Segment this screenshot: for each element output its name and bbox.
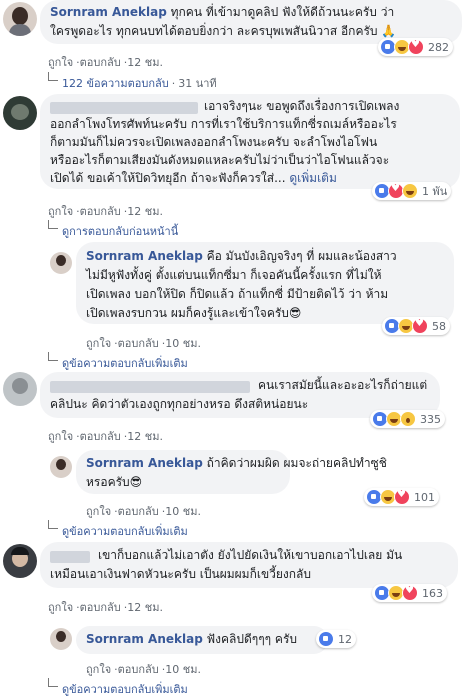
comment-text-line2: ใครพูดอะไร ทุกคนบทได้ตอบยิ่งกว่า ละครบุพ…: [50, 24, 397, 38]
reply-link[interactable]: ตอบกลับ: [118, 663, 159, 676]
love-reaction-icon: [408, 39, 424, 55]
reply-link[interactable]: ตอบกลับ: [118, 505, 159, 518]
avatar[interactable]: [50, 628, 72, 650]
reply-link[interactable]: ตอบกลับ: [80, 430, 121, 443]
timestamp: 12 ชม.: [127, 430, 163, 443]
reply-author[interactable]: Sornram Aneklap: [86, 456, 203, 470]
like-link[interactable]: ถูกใจ: [48, 430, 73, 443]
avatar[interactable]: [3, 372, 37, 406]
avatar[interactable]: [50, 252, 72, 274]
comment-actions: ถูกใจ ·ตอบกลับ ·12 ชม.: [48, 205, 163, 218]
reactions-count[interactable]: 101: [364, 488, 439, 506]
avatar[interactable]: [3, 96, 37, 130]
like-link[interactable]: ถูกใจ: [48, 56, 73, 69]
timestamp: 10 ชม.: [165, 337, 201, 350]
comment-text-line5: เปิดได้ ขอเค้าให้ปิดวิทยุอีก ถ้าจะฟังก็ค…: [50, 171, 337, 185]
reply-arrow-icon: [48, 72, 58, 81]
comment-text-line3: ก็ตามมันก็ไม่ควรจะเปิดเพลงออกลำโพงนะครับ…: [50, 135, 378, 149]
view-more-replies-link[interactable]: ดูข้อความตอบกลับเพิ่มเติม: [62, 354, 188, 372]
reply-link[interactable]: ตอบกลับ: [80, 205, 121, 218]
reply-arrow-icon: [48, 220, 58, 229]
reactions-count[interactable]: 58: [382, 317, 450, 335]
reply-text-line4: เปิดเพลงรบกวน ผมก็คงรู้และเข้าใจครับ😎: [86, 306, 302, 320]
comment-text: เอาจริงๆนะ ขอพูดถึงเรื่องการเปิดเพลง: [204, 99, 400, 113]
reply-arrow-icon: [48, 352, 58, 361]
comment-text: คนเราสมัยนี้และอะอะไรก็ถ่ายแต่: [258, 378, 428, 392]
comment-text: Sornram Aneklap ทุกคน ที่เข้ามาดูคลิป ฟั…: [50, 5, 395, 19]
reply-actions: ถูกใจ ·ตอบกลับ ·10 ชม.: [86, 505, 201, 518]
reply-text: Sornram Aneklap ฟังคลิปดีๆๆๆ ครับ: [86, 632, 298, 646]
comment-text: เขาก็บอกแล้วไม่เอาตัง ยังไปยัดเงินให้เขา…: [98, 548, 403, 562]
blurred-author-name: [50, 102, 198, 114]
comment-actions: ถูกใจ ·ตอบกลับ ·12 ชม.: [48, 430, 163, 443]
avatar[interactable]: [3, 2, 37, 36]
reply-arrow-icon: [48, 678, 58, 687]
reply-link[interactable]: ตอบกลับ: [80, 601, 121, 614]
reply-text: Sornram Aneklap ถ้าคิดว่าผมผิด ผมจะถ่ายค…: [86, 456, 387, 470]
reply-link[interactable]: ตอบกลับ: [80, 56, 121, 69]
timestamp: 12 ชม.: [127, 601, 163, 614]
reply-actions: ถูกใจ ·ตอบกลับ ·10 ชม.: [86, 663, 201, 676]
view-more-replies-link[interactable]: ดูข้อความตอบกลับเพิ่มเติม: [62, 522, 188, 540]
reply-arrow-icon: [48, 520, 58, 529]
like-link[interactable]: ถูกใจ: [86, 337, 111, 350]
reply-text-line2: หรอครับ😎: [86, 475, 143, 489]
comment-author[interactable]: Sornram Aneklap: [50, 5, 167, 19]
timestamp: 10 ชม.: [165, 663, 201, 676]
timestamp: 10 ชม.: [165, 505, 201, 518]
wow-reaction-icon: [400, 411, 416, 427]
comment-actions: ถูกใจ ·ตอบกลับ ·12 ชม.: [48, 601, 163, 614]
timestamp: 12 ชม.: [127, 205, 163, 218]
comment-text-line2: เหมือนเอาเงินฟาดหัวนะครับ เป็นผมผมก็เขวี…: [50, 567, 312, 581]
reply-actions: ถูกใจ ·ตอบกลับ ·10 ชม.: [86, 337, 201, 350]
haha-reaction-icon: [402, 183, 418, 199]
like-link[interactable]: ถูกใจ: [86, 505, 111, 518]
avatar[interactable]: [3, 544, 37, 578]
reply-text: Sornram Aneklap คือ มันบังเอิญจริงๆ ที่ …: [86, 249, 397, 263]
view-more-replies-link[interactable]: ดูข้อความตอบกลับเพิ่มเติม: [62, 680, 188, 698]
reactions-count[interactable]: 335: [370, 410, 445, 428]
blurred-author-name: [50, 551, 90, 563]
reply-link[interactable]: ตอบกลับ: [118, 337, 159, 350]
like-reaction-icon: [318, 631, 334, 647]
blurred-author-name: [50, 381, 250, 393]
comment-text-line2: คลิปนะ คิดว่าตัวเองถูกทุกอย่างหรอ ดึงสติ…: [50, 397, 309, 411]
love-reaction-icon: [412, 318, 428, 334]
comment-actions: ถูกใจ ·ตอบกลับ ·12 ชม.: [48, 56, 163, 69]
love-reaction-icon: [402, 585, 418, 601]
reply-text-line3: เปิดเพลง บอกให้ปิด ก็ปิดแล้ว ถ้าแท็กซี่ …: [86, 287, 389, 301]
like-link[interactable]: ถูกใจ: [48, 205, 73, 218]
like-link[interactable]: ถูกใจ: [48, 601, 73, 614]
comment-text-line4: หรืออะไรก็ตามเสียงมันดังหมดแหละครับไม่ว่…: [50, 153, 390, 167]
view-replies-link[interactable]: 122 ข้อความตอบกลับ · 31 นาที: [62, 74, 217, 92]
reactions-count[interactable]: 1 พัน: [372, 182, 452, 200]
reply-author[interactable]: Sornram Aneklap: [86, 249, 203, 263]
reply-author[interactable]: Sornram Aneklap: [86, 632, 203, 646]
love-reaction-icon: [394, 489, 410, 505]
view-earlier-replies-link[interactable]: ดูการตอบกลับก่อนหน้านี้: [62, 222, 178, 240]
reactions-count[interactable]: 282: [378, 38, 453, 56]
reactions-count[interactable]: 12: [316, 630, 356, 648]
see-more-link[interactable]: ดูเพิ่มเติม: [289, 171, 337, 185]
reactions-count[interactable]: 163: [372, 584, 447, 602]
avatar[interactable]: [50, 456, 72, 478]
timestamp: 12 ชม.: [127, 56, 163, 69]
comment-text-line2: ออกลำโพงโทรศัพท์นะครับ การที่เราใช้บริกา…: [50, 117, 397, 131]
reply-text-line2: ไม่มีหูฟังทั้งคู่ ตั้งแต่บนแท็กซี่มา ก็เ…: [86, 268, 382, 282]
like-link[interactable]: ถูกใจ: [86, 663, 111, 676]
